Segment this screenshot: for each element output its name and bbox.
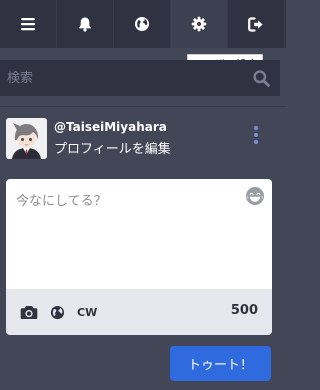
visibility-button[interactable]	[50, 305, 65, 320]
laughing-emoji-icon	[246, 187, 264, 205]
logout-icon	[247, 16, 263, 32]
avatar-image	[6, 118, 47, 159]
camera-icon	[20, 305, 38, 319]
compose-form: CW 500	[6, 179, 272, 335]
add-media-button[interactable]	[20, 305, 38, 320]
logout-button[interactable]	[228, 0, 285, 48]
character-counter: 500	[230, 303, 258, 318]
avatar[interactable]	[6, 118, 47, 159]
dot	[254, 140, 258, 144]
search-input[interactable]	[0, 60, 250, 96]
dot	[254, 126, 258, 130]
search-bar	[0, 60, 280, 96]
divider	[0, 106, 286, 107]
notifications-button[interactable]	[57, 0, 114, 48]
menu-button[interactable]	[0, 0, 57, 48]
content-warning-button[interactable]: CW	[77, 306, 97, 319]
globe-icon	[50, 305, 65, 319]
gear-icon	[191, 16, 207, 32]
profile-handle[interactable]: @TaiseiMiyahara	[54, 120, 167, 134]
compose-textarea[interactable]	[6, 179, 236, 287]
profile-card: @TaiseiMiyahara プロフィールを編集	[6, 118, 274, 162]
user-settings-button[interactable]	[171, 0, 228, 48]
compose-toolbar: CW 500	[6, 289, 272, 335]
bell-icon	[79, 17, 91, 32]
edit-profile-link[interactable]: プロフィールを編集	[54, 138, 171, 157]
dot	[254, 133, 258, 137]
federated-timeline-button[interactable]	[114, 0, 171, 48]
menu-icon	[21, 18, 35, 31]
more-options-button[interactable]	[252, 126, 260, 148]
globe-icon	[135, 17, 149, 31]
search-icon[interactable]	[253, 70, 270, 87]
emoji-picker-button[interactable]	[245, 186, 265, 210]
toot-button[interactable]: トゥート！	[170, 346, 271, 381]
top-nav	[0, 0, 286, 48]
